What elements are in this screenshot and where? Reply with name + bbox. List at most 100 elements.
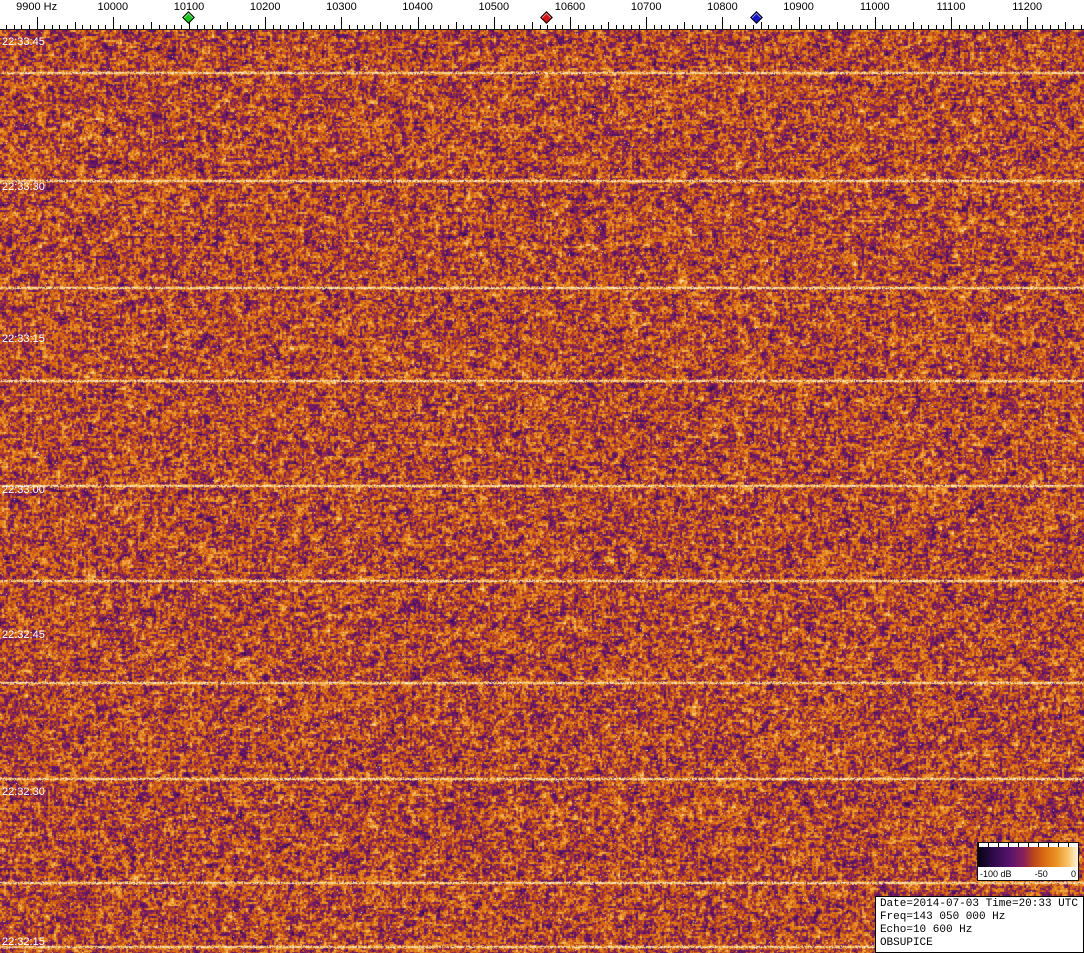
ruler-tick-mid [608,22,610,29]
ruler-tick-minor [272,25,274,29]
freq-tick-label: 10500 [478,1,510,13]
ruler-tick-mid [912,22,914,29]
freq-tick-label: 10900 [783,1,814,13]
ruler-tick-minor [105,25,107,29]
ruler-tick-minor [21,25,23,29]
info-line-date: Date=2014-07-03 Time=20:33 UTC [879,898,1078,910]
ruler-tick-minor [402,25,404,29]
ruler-tick-minor [310,25,312,29]
ruler-tick-minor [981,25,983,29]
ruler-tick-minor [730,25,731,29]
ruler-tick-minor [1057,25,1059,29]
colorbar-labels: -100 dB -50 0 [978,867,1078,880]
ruler-tick-minor [59,25,61,29]
ruler-tick-minor [1019,25,1021,29]
ruler-tick-minor [478,25,480,29]
ruler-tick-minor [547,25,549,29]
ruler-tick-mid [74,22,76,29]
ruler-tick-minor [509,25,510,29]
ruler-tick-minor [813,25,815,29]
ruler-tick-minor [1072,25,1074,29]
ruler-tick-minor [470,25,472,29]
ruler-tick-minor [539,25,541,29]
ruler-tick-minor [51,25,53,29]
ruler-tick-minor [699,25,701,29]
ruler-tick-minor [844,25,846,29]
ruler-tick-minor [13,25,15,29]
ruler-tick-minor [516,25,518,29]
ruler-tick-minor [867,25,869,29]
ruler-tick-minor [897,25,899,29]
ruler-tick-major [951,17,952,29]
ruler-tick-minor [615,25,617,29]
ruler-tick-minor [29,25,30,29]
ruler-tick-minor [691,25,693,29]
ruler-tick-minor [638,25,640,29]
ruler-tick-minor [371,25,373,29]
ruler-tick-minor [432,25,434,29]
ruler-tick-minor [333,25,335,29]
ruler-tick-minor [745,25,747,29]
ruler-tick-minor [783,25,785,29]
ruler-tick-major [265,17,267,29]
ruler-tick-minor [394,25,396,29]
frequency-ruler[interactable]: 9900 Hz 10000 10100 10200 10300 10400 10500 106… [0,0,1084,30]
waterfall-area[interactable]: 22:33:45 22:33:30 22:33:15 22:33:00 22:32:45… [0,30,1084,953]
freq-tick-label: 10200 [249,1,281,13]
ruler-tick-minor [1004,25,1006,29]
ruler-tick-minor [234,25,236,29]
ruler-tick-minor [661,25,663,29]
ruler-tick-mid [836,22,838,29]
ruler-tick-minor [463,25,465,29]
ruler-tick-minor [204,25,206,29]
ruler-tick-minor [448,25,450,29]
ruler-tick-minor [349,25,350,29]
freq-tick-label: 10300 [326,1,357,13]
ruler-tick-minor [410,25,411,29]
ruler-tick-minor [158,25,160,29]
info-line-freq: Freq=143 050 000 Hz [879,911,1006,923]
ruler-tick-minor [387,25,389,29]
ruler-tick-mid [531,22,533,29]
ruler-tick-minor [623,25,625,29]
ruler-tick-major [1027,17,1029,29]
ruler-tick-mid [379,22,381,29]
ruler-tick-minor [318,25,320,29]
ruler-tick-minor [486,25,488,29]
waterfall-canvas[interactable] [0,30,1084,953]
ruler-tick-minor [592,25,594,29]
ruler-tick-minor [1042,25,1044,29]
ruler-tick-minor [356,25,358,29]
ruler-tick-minor [806,25,808,29]
ruler-tick-major [722,17,724,29]
ruler-tick-minor [890,25,891,29]
ruler-tick-minor [1034,25,1036,29]
marker-red-diamond[interactable] [540,11,553,24]
ruler-tick-minor [1050,25,1051,29]
freq-tick-label: 11100 [936,1,966,13]
ruler-tick-minor [851,25,853,29]
ruler-tick-minor [821,25,823,29]
ruler-tick-minor [295,25,297,29]
ruler-tick-major [36,17,38,29]
colorbar-label-min: -100 dB [980,868,1012,879]
ruler-tick-mid [150,22,152,29]
ruler-tick-minor [288,25,289,29]
ruler-tick-minor [440,25,442,29]
ruler-tick-minor [44,25,46,29]
ruler-tick-minor [326,25,328,29]
freq-tick-label: 11000 [859,1,890,13]
ruler-tick-major [112,17,114,29]
ruler-tick-minor [996,25,998,29]
freq-tick-label: 10000 [97,1,129,13]
ruler-tick-minor [943,25,945,29]
amplitude-colorbar: -100 dB -50 0 [977,842,1079,881]
ruler-tick-minor [143,25,145,29]
marker-green-diamond[interactable] [182,11,195,24]
ruler-tick-minor [97,25,99,29]
ruler-tick-minor [242,25,244,29]
info-box: Date=2014-07-03 Time=20:33 UTC Freq=143 … [874,896,1084,953]
ruler-tick-minor [577,25,579,29]
ruler-tick-minor [859,25,861,29]
ruler-tick-minor [249,25,251,29]
